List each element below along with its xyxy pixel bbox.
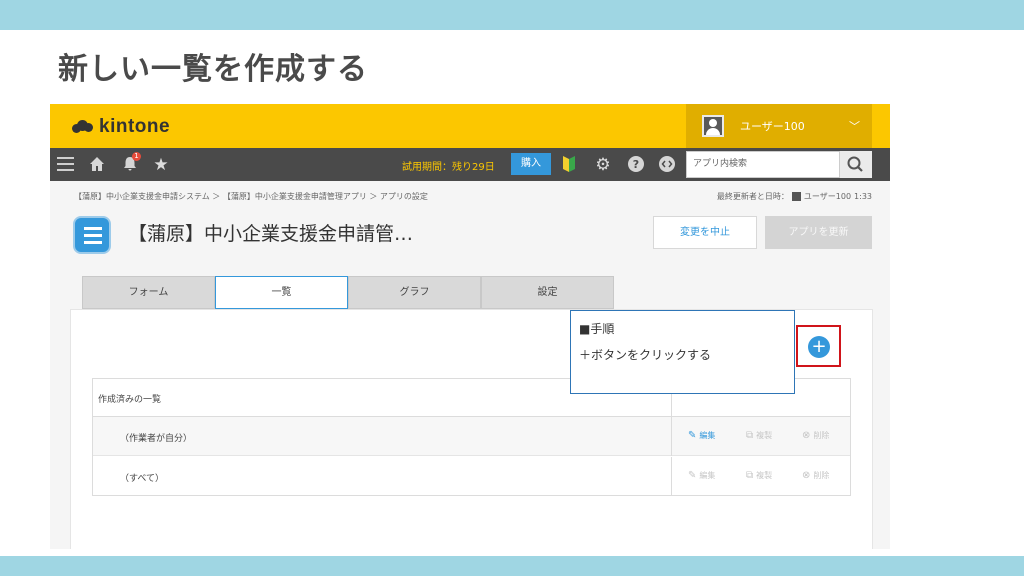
- buy-button[interactable]: 購入: [511, 153, 551, 175]
- tab-settings[interactable]: 設定: [481, 276, 614, 309]
- copy-view-button[interactable]: ⧉ 複製: [746, 430, 772, 441]
- svg-text:?: ?: [633, 158, 639, 171]
- pencil-icon: ✎: [688, 430, 697, 441]
- row-actions: ✎ 編集 ⧉ 複製 ⊗ 削除: [671, 457, 850, 496]
- view-name: （すべて）: [120, 474, 165, 484]
- table-row[interactable]: （作業者が自分） ✎ 編集 ⧉ 複製 ⊗ 削除: [93, 417, 850, 456]
- tab-views[interactable]: 一覧: [215, 276, 348, 309]
- global-nav: 1 ★ 試用期間：残り29日 購入 ⚙ ? アプリ内検索: [50, 148, 890, 181]
- edit-view-button[interactable]: ✎ 編集: [688, 470, 715, 481]
- last-updated-user[interactable]: ユーザー100: [804, 191, 851, 202]
- chevron-down-icon: ﹀: [849, 120, 860, 133]
- help-icon[interactable]: ?: [626, 155, 646, 175]
- callout-heading: ■手順: [579, 322, 615, 336]
- add-view-button[interactable]: +: [808, 336, 830, 358]
- user-menu[interactable]: ユーザー100 ﹀: [686, 104, 872, 148]
- cloud-icon: [72, 119, 94, 135]
- highlight-box: +: [796, 325, 841, 367]
- tab-graphs[interactable]: グラフ: [348, 276, 481, 309]
- app-search-input[interactable]: アプリ内検索: [686, 151, 840, 178]
- kintone-logo[interactable]: kintone: [72, 116, 170, 138]
- last-updated-label: 最終更新者と日時：: [716, 192, 789, 201]
- code-icon[interactable]: [657, 155, 677, 175]
- search-icon: [847, 156, 863, 172]
- app-list-icon: [73, 216, 111, 254]
- star-icon[interactable]: ★: [151, 155, 171, 175]
- delete-view-button[interactable]: ⊗ 削除: [802, 430, 829, 441]
- app-name: 【蒲原】中小企業支援金申請管…: [128, 223, 414, 245]
- trial-period: 試用期間：残り29日: [402, 162, 495, 173]
- row-actions: ✎ 編集 ⧉ 複製 ⊗ 削除: [671, 417, 850, 456]
- search-button[interactable]: [840, 151, 872, 178]
- copy-view-button[interactable]: ⧉ 複製: [746, 470, 772, 481]
- beginner-mark-icon[interactable]: [559, 155, 579, 175]
- delete-icon: ⊗: [802, 430, 811, 441]
- settings-tabs: フォーム 一覧 グラフ 設定: [82, 276, 614, 309]
- copy-icon: ⧉: [746, 470, 754, 481]
- bottom-band: [0, 556, 1024, 576]
- delete-view-button[interactable]: ⊗ 削除: [802, 470, 829, 481]
- last-updated-time: 1:33: [854, 192, 872, 201]
- slide-title: 新しい一覧を作成する: [58, 52, 368, 87]
- update-app-button[interactable]: アプリを更新: [765, 216, 872, 249]
- instruction-callout: ■手順 ＋ボタンをクリックする: [570, 310, 795, 394]
- menu-icon[interactable]: [57, 156, 74, 172]
- logo-text: kintone: [99, 116, 171, 137]
- top-band: [0, 0, 1024, 30]
- cancel-changes-button[interactable]: 変更を中止: [653, 216, 757, 249]
- notification-badge: 1: [132, 152, 141, 161]
- pencil-icon: ✎: [688, 470, 697, 481]
- breadcrumb[interactable]: 【蒲原】中小企業支援金申請システム ＞ 【蒲原】中小企業支援金申請管理アプリ ＞…: [74, 191, 428, 202]
- table-row[interactable]: （すべて） ✎ 編集 ⧉ 複製 ⊗ 削除: [93, 457, 850, 496]
- user-name: ユーザー100: [740, 120, 805, 133]
- delete-icon: ⊗: [802, 470, 811, 481]
- view-name: （作業者が自分）: [120, 434, 193, 444]
- copy-icon: ⧉: [746, 430, 754, 441]
- app-header: kintone ユーザー100 ﹀: [50, 104, 890, 148]
- user-icon: [791, 192, 801, 201]
- edit-view-button[interactable]: ✎ 編集: [688, 430, 715, 441]
- home-icon[interactable]: [87, 155, 107, 175]
- tab-form[interactable]: フォーム: [82, 276, 215, 309]
- gear-icon[interactable]: ⚙: [593, 155, 613, 175]
- avatar: [702, 115, 724, 137]
- table-header-label: 作成済みの一覧: [98, 395, 162, 405]
- last-updated: 最終更新者と日時： ユーザー100 1:33: [717, 191, 872, 202]
- callout-body: ＋ボタンをクリックする: [579, 348, 712, 362]
- views-table: 作成済みの一覧 （作業者が自分） ✎ 編集 ⧉ 複製 ⊗ 削除 （すべて） ✎ 編集 ⧉…: [92, 378, 851, 496]
